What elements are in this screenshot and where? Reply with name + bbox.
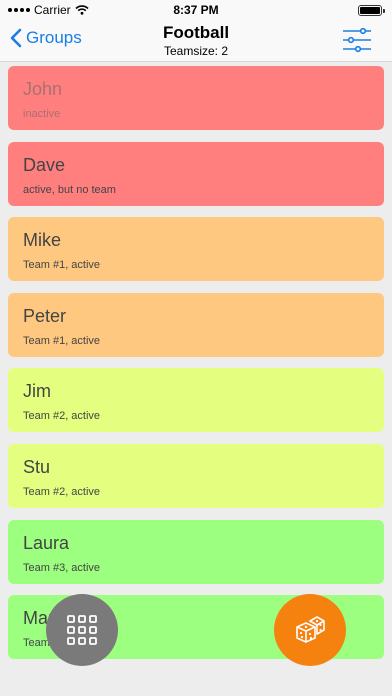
player-status: Team #2, active (23, 485, 101, 498)
player-name: Laura (23, 532, 70, 553)
player-card-mike[interactable]: Mike Team #1, active (8, 217, 384, 282)
bottom-safe-area (0, 684, 392, 696)
player-card-peter[interactable]: Peter Team #1, active (8, 292, 384, 357)
player-name: Mike (23, 230, 62, 251)
page-subtitle: Teamsize: 2 (163, 44, 229, 58)
player-status: active, but no team (23, 183, 116, 196)
page-title: Football (162, 23, 230, 42)
dice-icon (296, 616, 325, 643)
battery-icon (358, 5, 385, 16)
grid-icon (67, 615, 97, 645)
player-card-john[interactable]: John inactive (8, 66, 384, 130)
player-name: Peter (23, 305, 67, 326)
player-status: inactive (23, 108, 61, 120)
player-status: Team #2, active (23, 410, 101, 423)
player-list: John inactive Dave active, but no team M… (8, 66, 384, 671)
player-status: Team #3, active (23, 561, 101, 574)
status-time: 8:37 PM (173, 3, 219, 17)
status-bar: Carrier 8:37 PM (0, 0, 392, 20)
player-name: Jim (23, 381, 51, 402)
player-card-laura[interactable]: Laura Team #3, active (8, 519, 384, 584)
team-overview-button[interactable] (46, 594, 118, 666)
navigation-bar: Groups Football Teamsize: 2 (0, 20, 392, 62)
player-name: John (23, 79, 63, 99)
player-card-dave[interactable]: Dave active, but no team (8, 141, 384, 206)
player-status: Team #1, active (23, 334, 101, 347)
player-card-stu[interactable]: Stu Team #2, active (8, 443, 384, 508)
player-name: Stu (23, 456, 51, 477)
player-name: Dave (23, 154, 66, 175)
settings-button[interactable] (342, 26, 372, 54)
player-status: Team #1, active (23, 259, 101, 272)
player-card-jim[interactable]: Jim Team #2, active (8, 368, 384, 433)
shuffle-teams-button[interactable] (274, 594, 346, 666)
sliders-icon (343, 27, 371, 53)
